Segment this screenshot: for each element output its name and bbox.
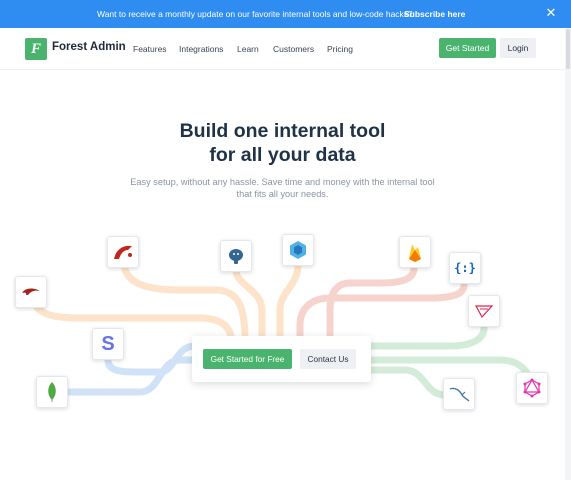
hero-title: Build one internal tool for all your dat… — [0, 119, 565, 167]
hero-subtitle: Easy setup, without any hassle. Save tim… — [130, 177, 435, 199]
stripe-icon: S — [92, 328, 124, 360]
scrollbar[interactable] — [565, 28, 571, 480]
nav-link-integrations[interactable]: Integrations — [179, 44, 223, 54]
logo-text[interactable]: Forest Admin — [52, 41, 126, 53]
banner-text: Want to receive a monthly update on our … — [97, 9, 413, 19]
path-mongodb — [48, 356, 199, 396]
postgresql-icon — [220, 240, 252, 272]
logo-icon[interactable]: F — [25, 38, 47, 60]
graphql-icon — [516, 372, 548, 404]
scrollbar-thumb[interactable] — [566, 29, 570, 69]
subscribe-link[interactable]: Subscribe here — [404, 9, 465, 19]
json-glyph: {:} — [454, 261, 476, 275]
mongodb-icon — [36, 376, 68, 408]
mysql-icon — [443, 378, 475, 410]
nav-link-features[interactable]: Features — [133, 44, 167, 54]
login-button[interactable]: Login — [500, 38, 536, 58]
stripe-letter: S — [101, 332, 115, 355]
path-firebase — [326, 264, 418, 344]
sequelize-icon — [282, 234, 314, 266]
close-icon[interactable]: ✕ — [545, 6, 557, 20]
contact-us-button[interactable]: Contact Us — [300, 349, 356, 369]
path-nestjs — [366, 324, 488, 350]
ruby-icon — [107, 236, 139, 268]
hero-title-line-1: Build one internal tool — [179, 120, 386, 142]
cta-card: Get Started for Free Contact Us — [192, 336, 371, 382]
top-navigation: F Forest Admin Features Integrations Lea… — [0, 28, 571, 70]
announcement-banner: Want to receive a monthly update on our … — [0, 0, 571, 28]
path-sequelize — [276, 261, 302, 344]
rails-icon — [15, 276, 47, 308]
hero-title-line-2: for all your data — [209, 144, 356, 166]
nav-link-customers[interactable]: Customers — [273, 44, 314, 54]
nav-link-pricing[interactable]: Pricing — [327, 44, 353, 54]
path-json — [296, 281, 468, 344]
nestjs-icon — [468, 295, 500, 327]
get-started-button[interactable]: Get Started — [439, 38, 496, 58]
json-api-icon: {:} — [449, 252, 481, 284]
get-started-free-button[interactable]: Get Started for Free — [203, 349, 292, 369]
firebase-icon — [399, 236, 431, 268]
nav-link-learn[interactable]: Learn — [237, 44, 259, 54]
